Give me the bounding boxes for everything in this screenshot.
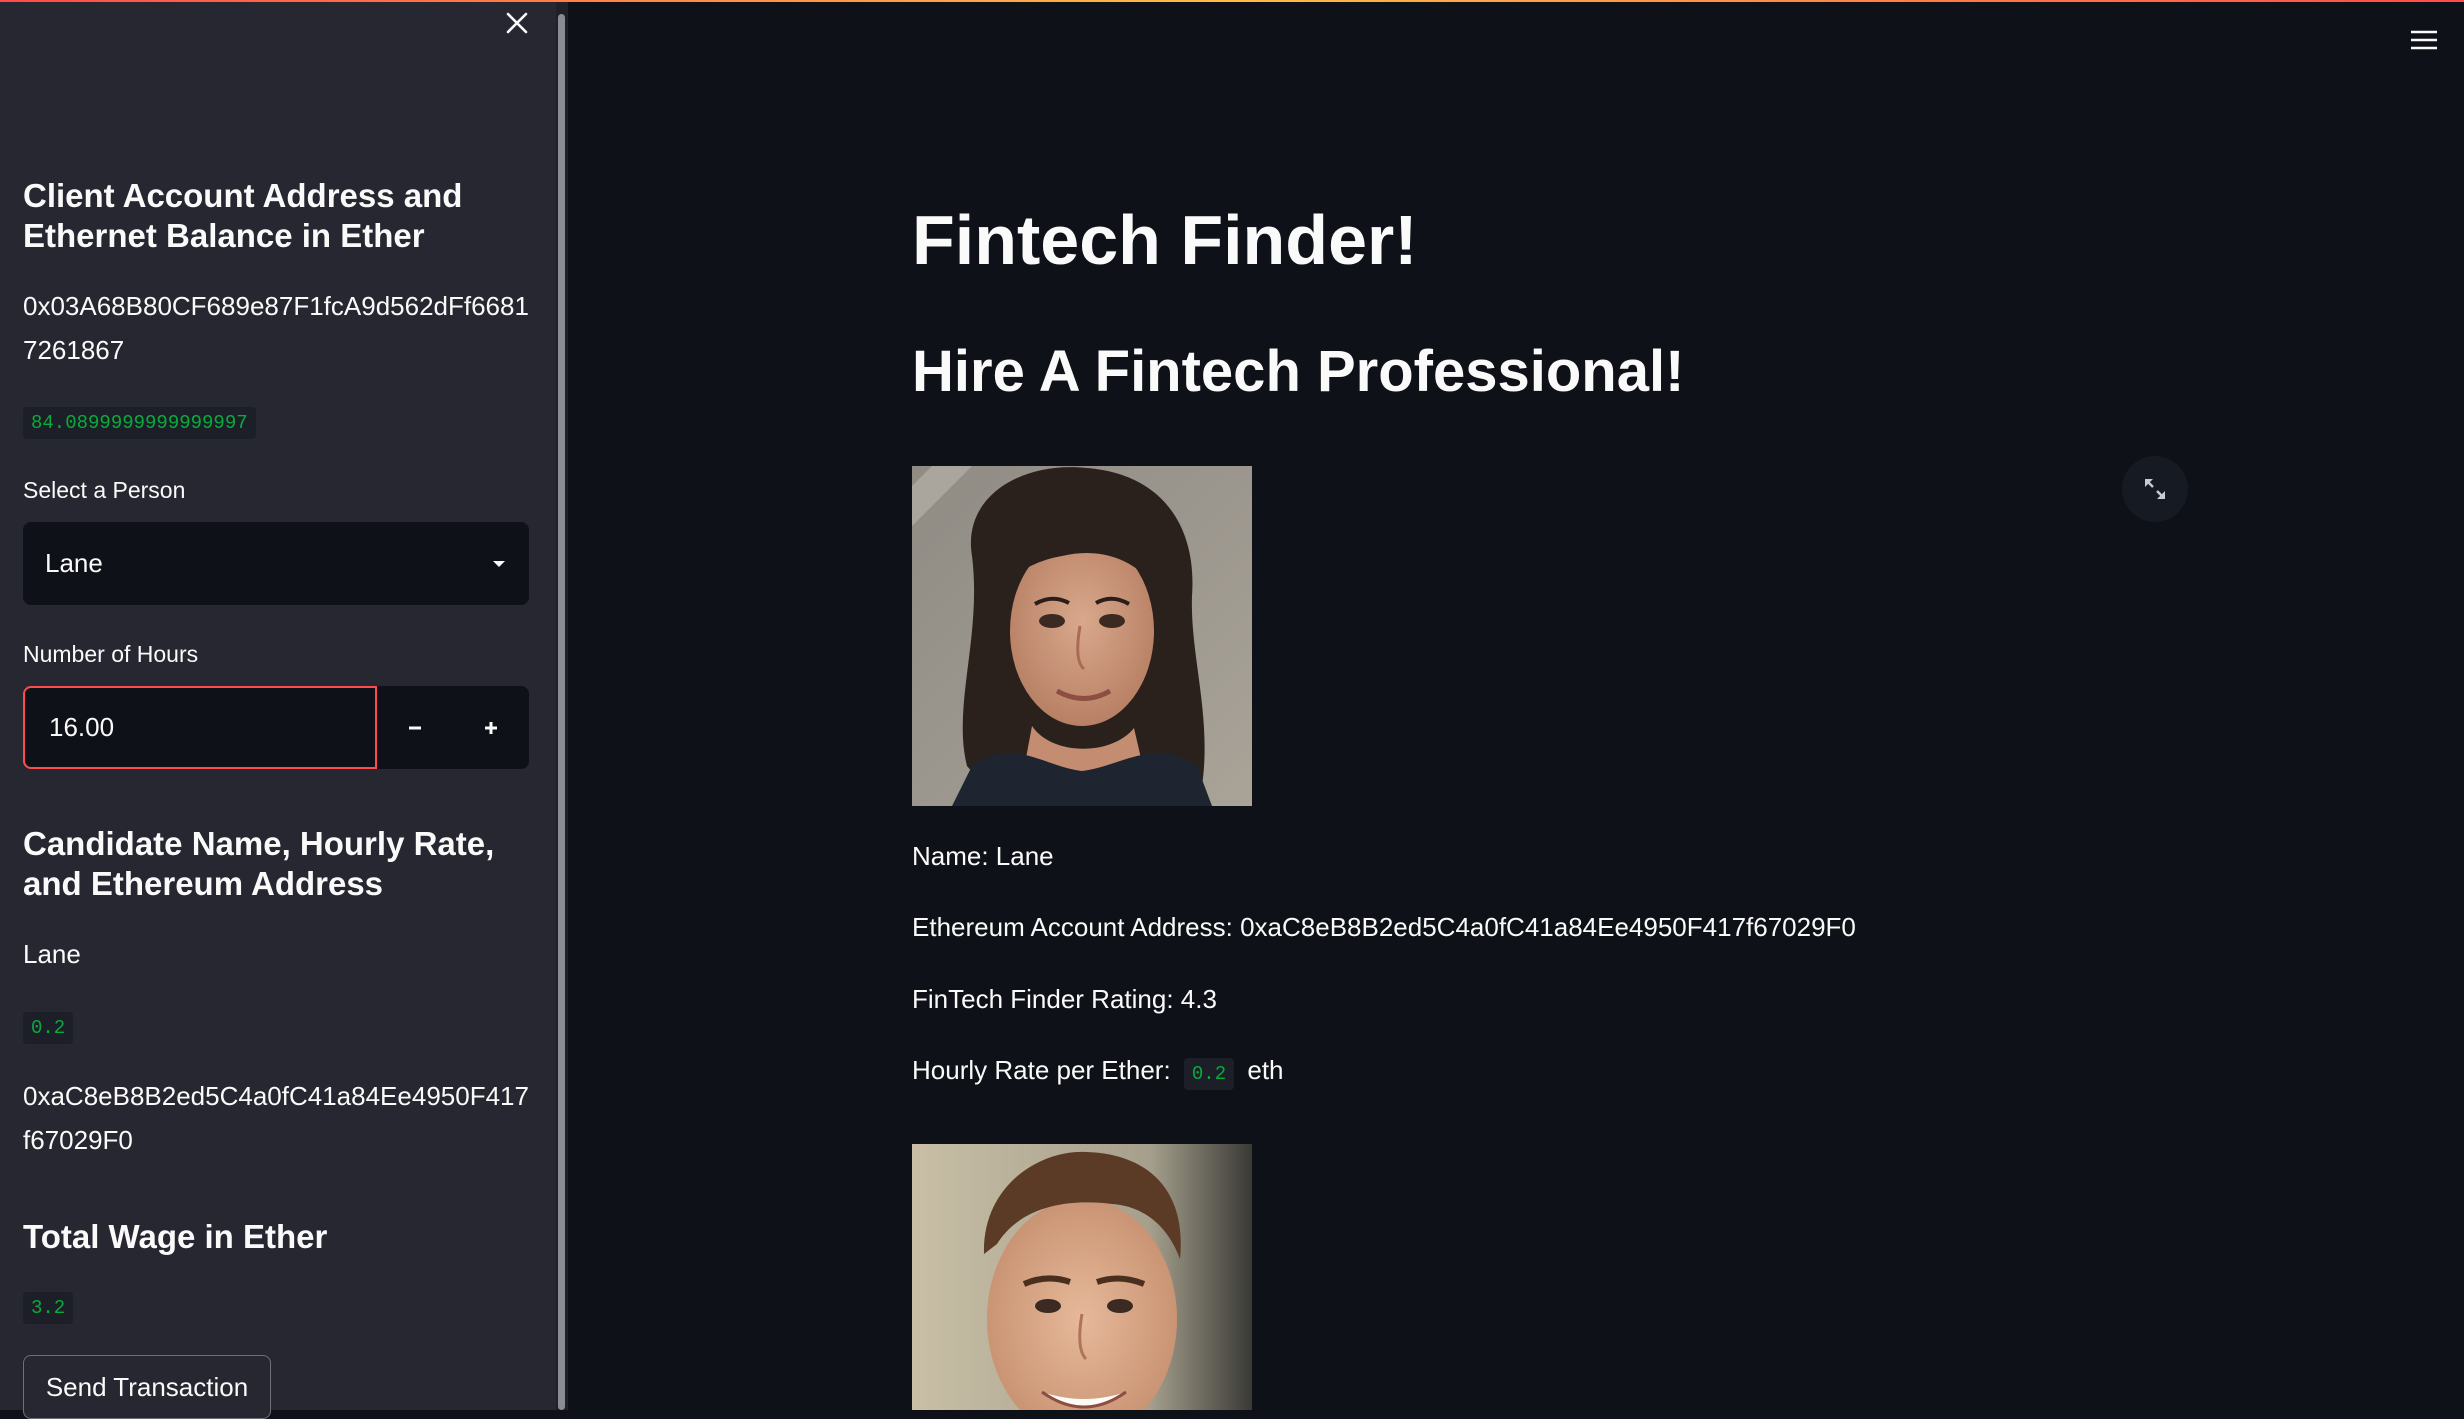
minus-icon (409, 726, 421, 729)
sidebar-close-button[interactable] (500, 6, 534, 40)
account-address: 0x03A68B80CF689e87F1fcA9d562dFf668172618… (23, 291, 529, 365)
candidate-address: 0xaC8eB8B2ed5C4a0fC41a84Ee4950F417f67029… (23, 1081, 529, 1155)
page-title: Fintech Finder! (912, 201, 1418, 279)
top-decoration-line (0, 0, 2464, 2)
hamburger-menu-icon (2411, 30, 2437, 50)
fullscreen-expand-icon (2145, 479, 2165, 499)
candidate-rate-badge: 0.2 (23, 1012, 74, 1044)
rate-value: 0.2 (1183, 1058, 1235, 1090)
account-balance: 84.0899999999999997 (23, 407, 256, 439)
hours-input[interactable] (23, 686, 377, 769)
account-balance-badge: 84.0899999999999997 (23, 407, 256, 439)
man-portrait-image (912, 1144, 1252, 1410)
close-icon (506, 12, 528, 34)
decrement-button[interactable] (377, 686, 453, 769)
candidate-photo-second (912, 1144, 1252, 1410)
candidate-name-line: Name: Lane (912, 841, 1054, 871)
candidate-name: Lane (23, 939, 81, 969)
candidate-photo-lane (912, 466, 1252, 806)
send-transaction-button[interactable]: Send Transaction (23, 1355, 271, 1419)
hours-stepper (23, 686, 529, 769)
sidebar-scrollbar[interactable] (558, 14, 565, 1410)
wage-badge: 3.2 (23, 1292, 74, 1324)
wage-heading: Total Wage in Ether (23, 1218, 328, 1255)
fullscreen-button[interactable] (2122, 456, 2188, 522)
rate-suffix: eth (1247, 1055, 1284, 1085)
plus-icon (485, 721, 497, 734)
sidebar: Client Account Address and Ethernet Bala… (0, 0, 556, 1419)
page-subtitle: Hire A Fintech Professional! (912, 339, 1685, 404)
select-person-value: Lane (45, 548, 103, 578)
hours-label: Number of Hours (23, 641, 199, 667)
chevron-down-icon (493, 560, 505, 567)
rate-prefix: Hourly Rate per Ether: (912, 1055, 1171, 1085)
candidate-rate: 0.2 (23, 1012, 74, 1044)
candidate-rate-line: Hourly Rate per Ether: 0.2 eth (912, 1050, 1284, 1090)
woman-portrait-image (912, 466, 1252, 806)
candidate-address-line: Ethereum Account Address: 0xaC8eB8B2ed5C… (912, 912, 1856, 942)
select-person-label: Select a Person (23, 477, 186, 503)
increment-button[interactable] (453, 686, 529, 769)
candidate-rating-line: FinTech Finder Rating: 4.3 (912, 984, 1217, 1014)
main-menu-button[interactable] (2406, 22, 2442, 58)
account-heading: Client Account Address and Ethernet Bala… (23, 177, 463, 254)
candidate-heading: Candidate Name, Hourly Rate, and Ethereu… (23, 825, 495, 902)
wage-value: 3.2 (23, 1292, 74, 1324)
select-person-dropdown[interactable]: Lane (23, 522, 529, 605)
